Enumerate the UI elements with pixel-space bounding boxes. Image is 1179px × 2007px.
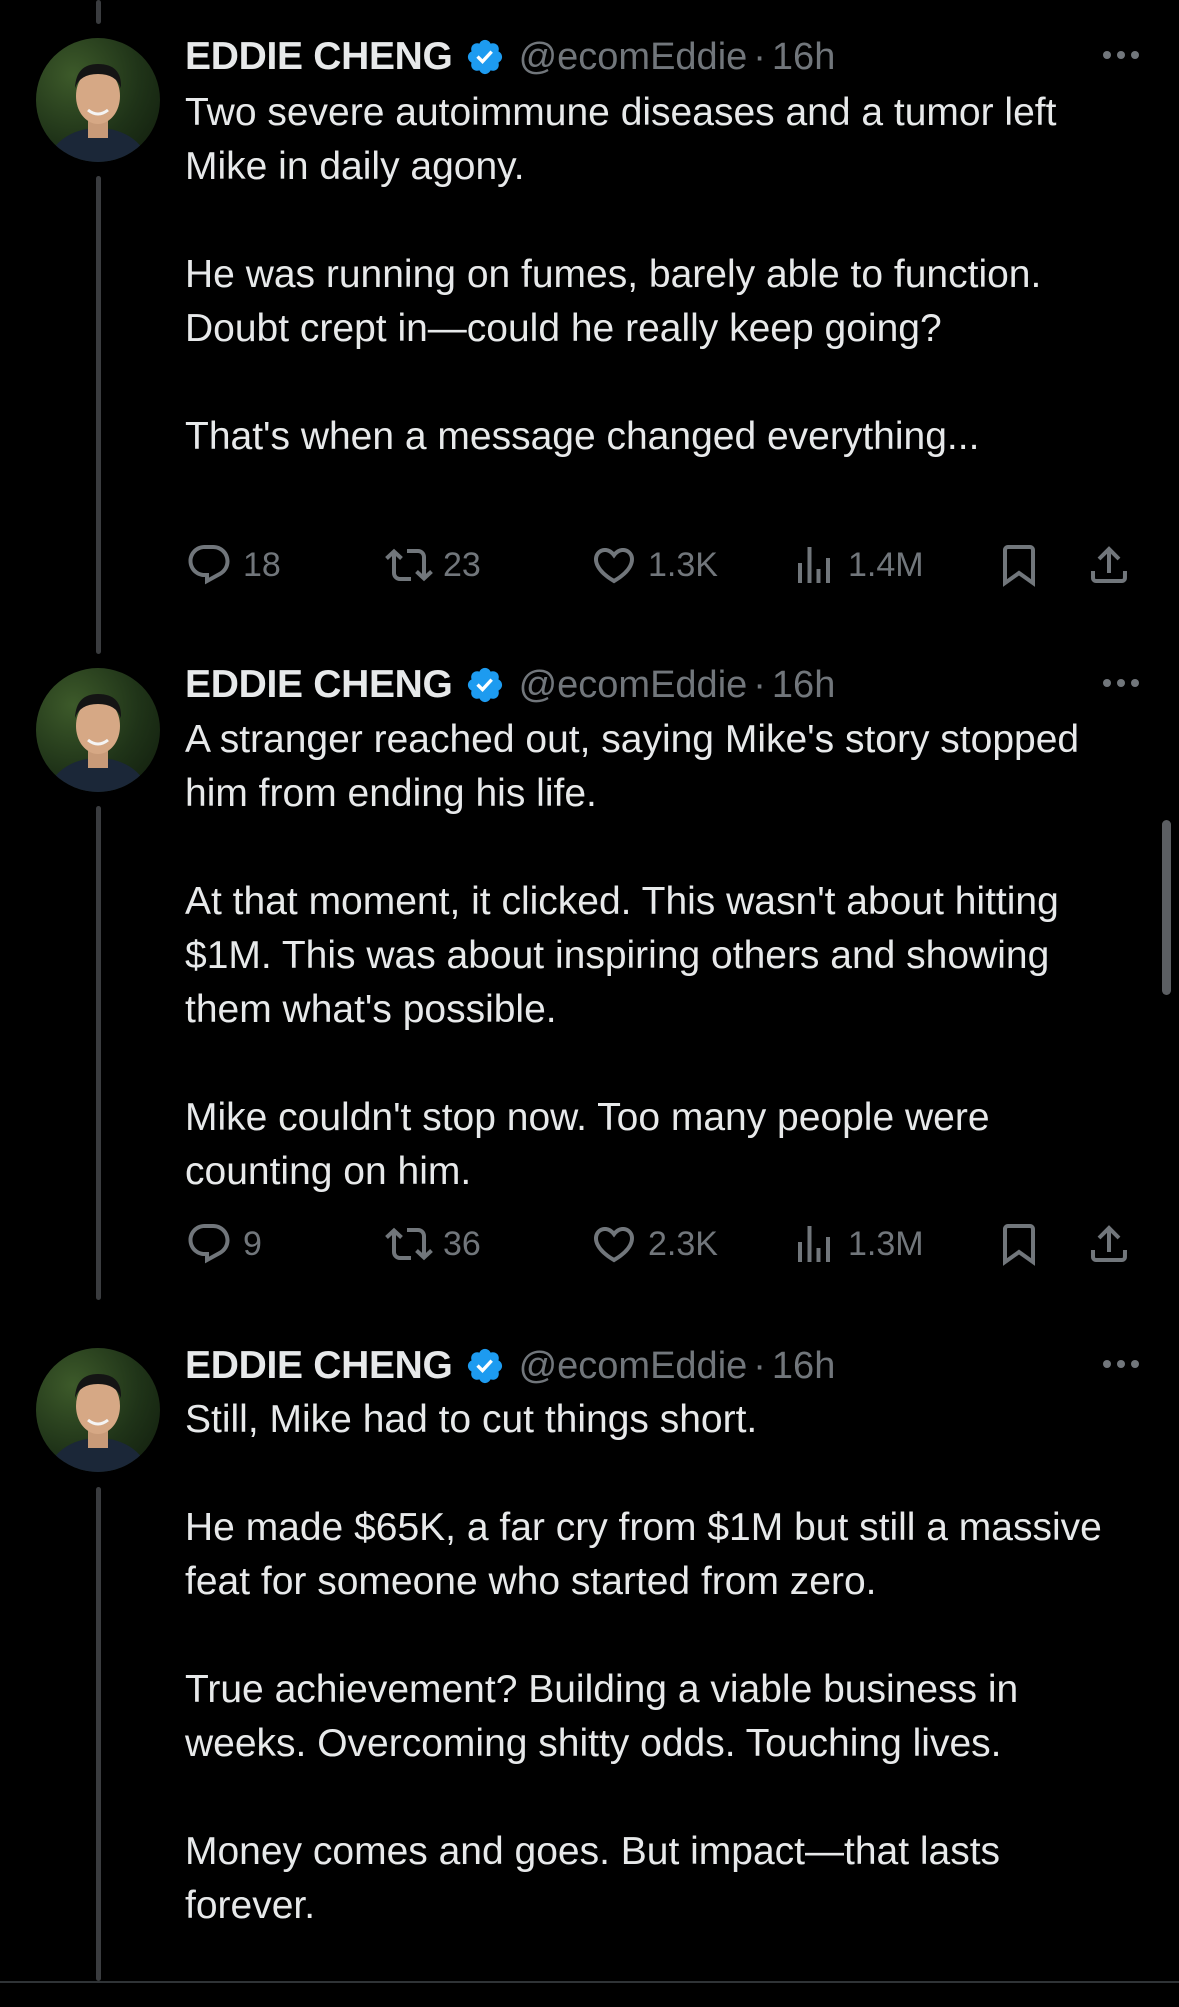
avatar[interactable] xyxy=(36,38,160,162)
bottom-divider xyxy=(0,1981,1179,1983)
reply-count: 18 xyxy=(243,545,281,584)
verified-badge-icon xyxy=(467,667,502,703)
like-button[interactable]: 1.3K xyxy=(590,535,718,595)
like-count: 1.3K xyxy=(648,545,718,584)
views-count: 1.3M xyxy=(848,1224,924,1263)
timestamp[interactable]: 16h xyxy=(772,1345,835,1388)
avatar[interactable] xyxy=(36,1348,160,1472)
bookmark-icon xyxy=(1003,545,1035,587)
timestamp[interactable]: 16h xyxy=(772,36,835,79)
avatar-image xyxy=(48,694,148,792)
reply-icon xyxy=(188,1224,230,1264)
views-button[interactable]: 1.3M xyxy=(790,1214,924,1274)
reply-button[interactable]: 9 xyxy=(185,1214,262,1274)
avatar-image xyxy=(48,64,148,162)
tweet-paragraph: Still, Mike had to cut things short. xyxy=(185,1398,758,1441)
thread-line-2 xyxy=(96,806,101,1300)
retweet-icon xyxy=(385,548,433,582)
author-name[interactable]: EDDIE CHENG xyxy=(185,1344,453,1388)
bookmark-button[interactable] xyxy=(995,1214,1043,1274)
avatar-image xyxy=(48,1374,148,1472)
tweet-actions: 9 36 2.3K 1.3M xyxy=(185,1214,1159,1274)
views-icon xyxy=(798,1226,830,1262)
more-icon[interactable] xyxy=(1079,1349,1139,1379)
share-button[interactable] xyxy=(1085,535,1133,595)
thread-line-3 xyxy=(96,1487,101,1981)
tweet-paragraph: That's when a message changed everything… xyxy=(185,415,980,458)
heart-icon xyxy=(593,548,635,584)
reply-button[interactable]: 18 xyxy=(185,535,281,595)
tweet-text: Still, Mike had to cut things short. He … xyxy=(185,1393,1119,1933)
retweet-count: 36 xyxy=(443,1224,481,1263)
bookmark-button[interactable] xyxy=(995,535,1043,595)
share-icon xyxy=(1091,1225,1127,1262)
author-name[interactable]: EDDIE CHENG xyxy=(185,663,453,707)
bookmark-icon xyxy=(1003,1224,1035,1266)
like-button[interactable]: 2.3K xyxy=(590,1214,718,1274)
tweet-paragraph: He was running on fumes, barely able to … xyxy=(185,253,1042,350)
tweet-header: EDDIE CHENG @ecomEddie · 16h xyxy=(185,1341,1139,1391)
tweet-paragraph: At that moment, it clicked. This wasn't … xyxy=(185,880,1059,1031)
thread-line-1 xyxy=(96,176,101,654)
share-button[interactable] xyxy=(1085,1214,1133,1274)
tweet-header: EDDIE CHENG @ecomEddie · 16h xyxy=(185,32,1139,82)
views-button[interactable]: 1.4M xyxy=(790,535,924,595)
tweet-text: A stranger reached out, saying Mike's st… xyxy=(185,713,1119,1199)
separator: · xyxy=(753,1344,766,1387)
avatar[interactable] xyxy=(36,668,160,792)
retweet-count: 23 xyxy=(443,545,481,584)
tweet-paragraph: True achievement? Building a viable busi… xyxy=(185,1668,1019,1765)
retweet-button[interactable]: 23 xyxy=(385,535,481,595)
tweet-actions: 18 23 1.3K 1.4M xyxy=(185,535,1159,595)
verified-badge-icon xyxy=(467,39,502,75)
tweet-paragraph: Mike couldn't stop now. Too many people … xyxy=(185,1096,990,1193)
author-handle[interactable]: @ecomEddie xyxy=(519,36,748,79)
tweet-paragraph: A stranger reached out, saying Mike's st… xyxy=(185,718,1080,815)
scrollbar[interactable] xyxy=(1162,820,1171,995)
author-handle[interactable]: @ecomEddie xyxy=(519,664,748,707)
views-icon xyxy=(798,547,830,583)
more-icon[interactable] xyxy=(1079,668,1139,698)
timestamp[interactable]: 16h xyxy=(772,664,835,707)
author-handle[interactable]: @ecomEddie xyxy=(519,1345,748,1388)
verified-badge-icon xyxy=(467,1348,502,1384)
author-name[interactable]: EDDIE CHENG xyxy=(185,35,453,79)
reply-icon xyxy=(188,545,230,585)
more-icon[interactable] xyxy=(1079,40,1139,70)
heart-icon xyxy=(593,1227,635,1263)
retweet-icon xyxy=(385,1227,433,1261)
tweet-text: Two severe autoimmune diseases and a tum… xyxy=(185,86,1119,464)
views-count: 1.4M xyxy=(848,545,924,584)
tweet-paragraph: He made $65K, a far cry from $1M but sti… xyxy=(185,1506,1102,1603)
tweet-paragraph: Two severe autoimmune diseases and a tum… xyxy=(185,91,1057,188)
thread-line-top xyxy=(96,0,101,24)
share-icon xyxy=(1091,546,1127,583)
separator: · xyxy=(753,663,766,706)
retweet-button[interactable]: 36 xyxy=(385,1214,481,1274)
separator: · xyxy=(753,35,766,78)
reply-count: 9 xyxy=(243,1224,262,1263)
tweet-header: EDDIE CHENG @ecomEddie · 16h xyxy=(185,660,1139,710)
tweet-paragraph: Money comes and goes. But impact—that la… xyxy=(185,1830,1001,1927)
like-count: 2.3K xyxy=(648,1224,718,1263)
